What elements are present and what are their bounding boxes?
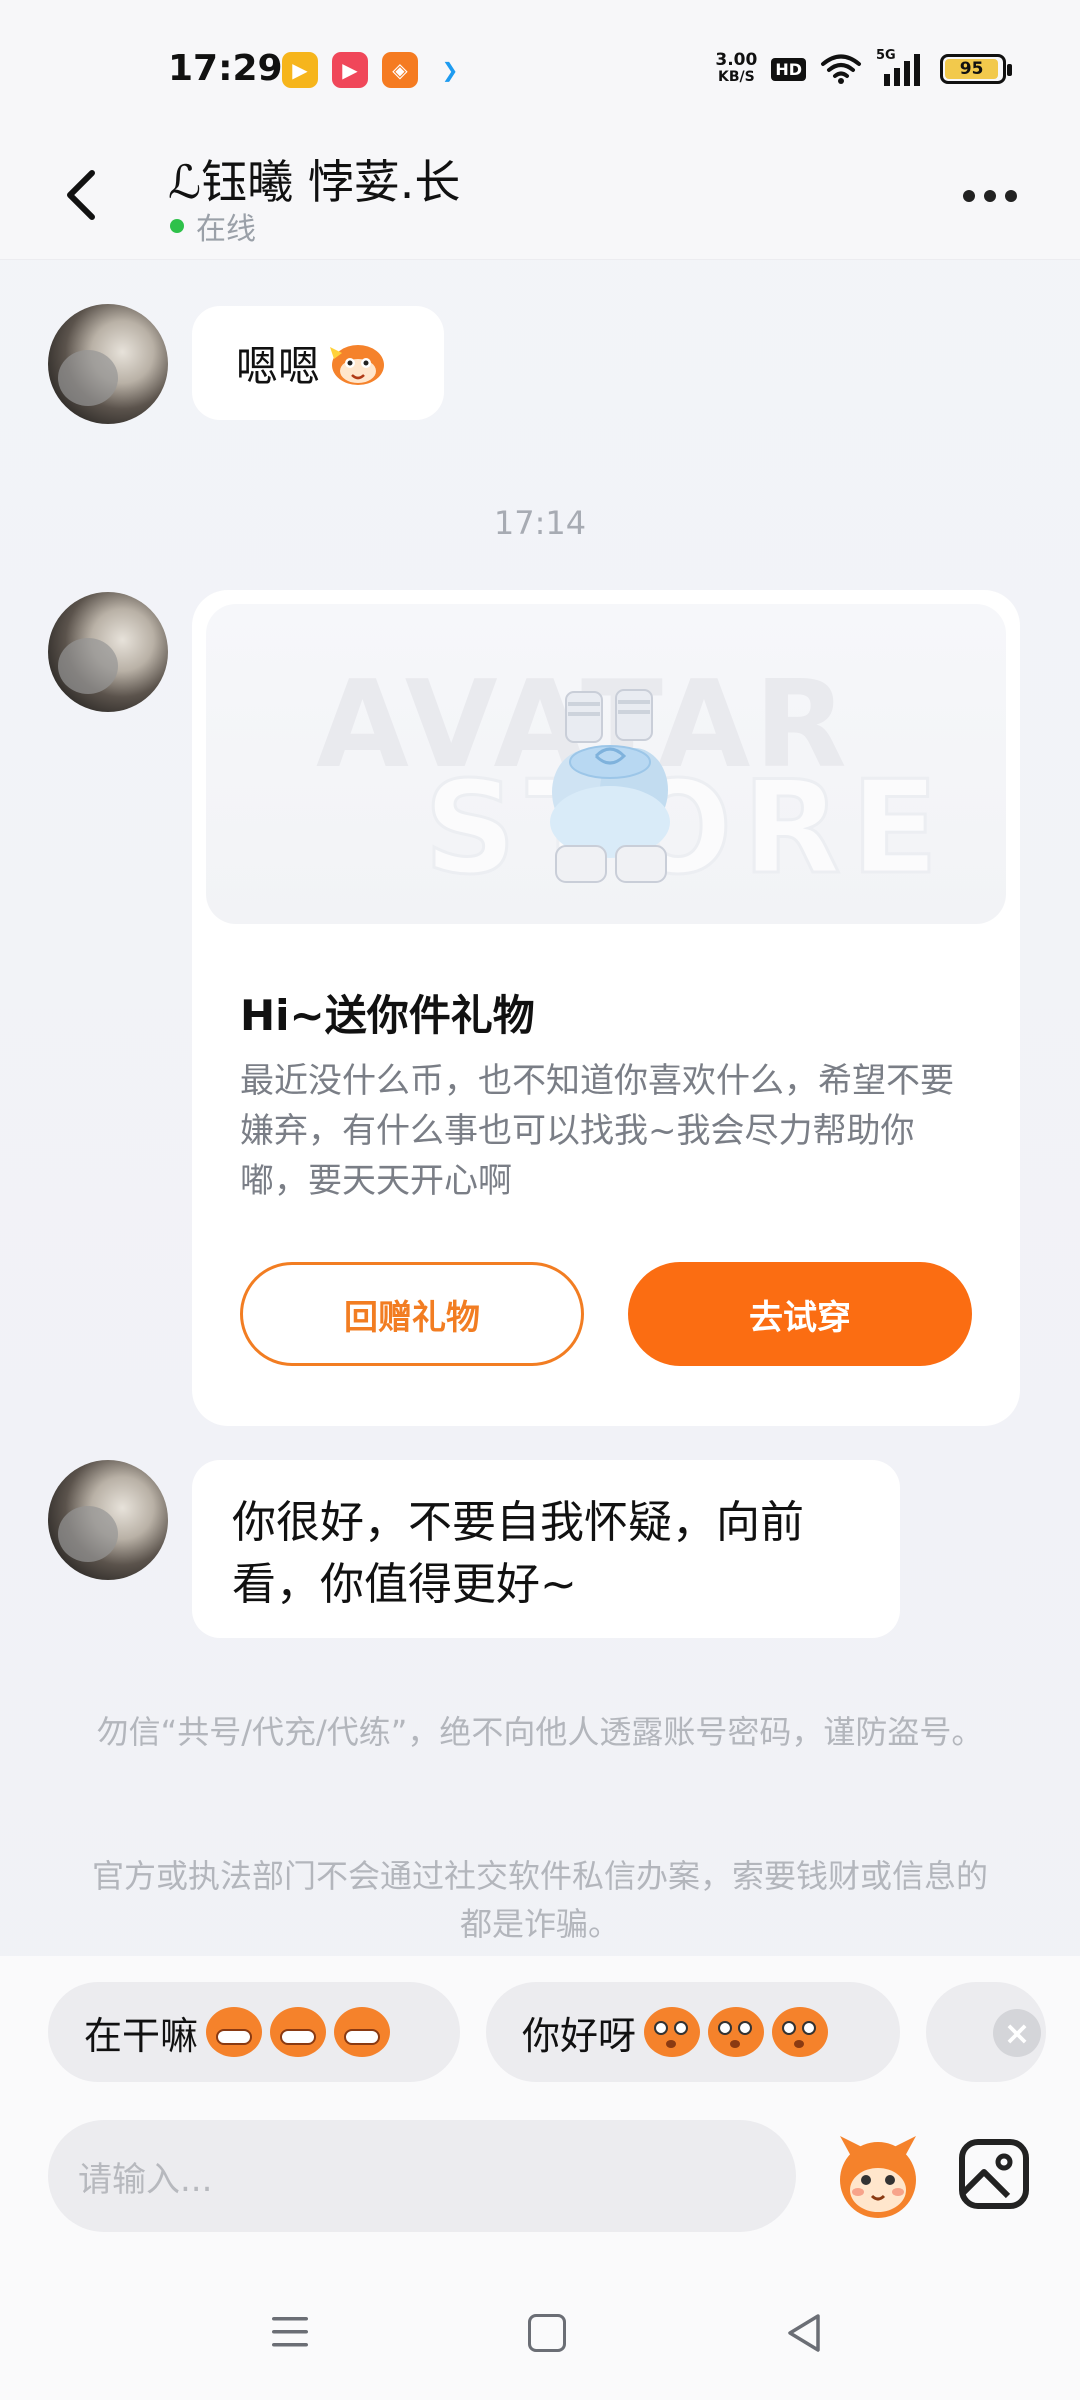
contact-avatar[interactable] [48, 1460, 168, 1580]
grin-mascot-icon [334, 2007, 391, 2057]
more-dot-icon [963, 190, 975, 202]
more-dot-icon [1005, 190, 1017, 202]
chat-header: ℒ钰曦 悖荽.长 在线 [0, 140, 1080, 260]
battery-icon: 95 [940, 54, 1012, 84]
message-input-placeholder: 请输入... [78, 2159, 213, 2200]
status-time: 17:29 [168, 48, 283, 89]
message-bubble[interactable]: 你很好，不要自我怀疑，向前看，你值得更好~ [192, 1460, 900, 1638]
wifi-icon [821, 54, 861, 84]
mascot-emoji-icon [330, 345, 385, 385]
security-notice: 勿信“共号/代充/代练”，绝不向他人透露账号密码，谨防盗号。 [96, 1713, 984, 1751]
message-text: 你很好，不要自我怀疑，向前看，你值得更好~ [232, 1497, 804, 1610]
online-dot-icon [170, 219, 184, 233]
chevron-left-icon [67, 170, 95, 220]
notification-app-icons: ▶ ▶ ◈ ❯ [282, 52, 468, 88]
nav-back-button[interactable] [784, 2312, 824, 2354]
image-picker-button[interactable] [956, 2136, 1032, 2212]
message-input[interactable]: 请输入... [48, 2120, 796, 2232]
contact-name[interactable]: ℒ钰曦 悖荽.长 [168, 146, 460, 212]
surprised-mascot-icon [772, 2007, 829, 2057]
cellular-signal-icon: 5G [876, 48, 926, 86]
hd-icon: HD [771, 57, 806, 81]
message-text: 嗯嗯 [236, 341, 321, 391]
gift-image[interactable]: AVATAR STORE [206, 604, 1006, 924]
quick-reply-label: 你好呀 [522, 2013, 637, 2058]
status-bar: 17:29 ▶ ▶ ◈ ❯ 3.00 KB/S HD 5G 95 [0, 0, 1080, 140]
online-status-label: 在线 [196, 212, 256, 247]
surprised-mascot-icon [708, 2007, 765, 2057]
quick-reply-chip[interactable]: 你好呀 [486, 1982, 900, 2082]
recent-apps-button[interactable] [270, 2314, 310, 2350]
message-timestamp: 17:14 [493, 504, 587, 542]
contact-avatar[interactable] [48, 304, 168, 424]
emoji-sticker-button[interactable] [830, 2128, 926, 2224]
surprised-mascot-icon [644, 2007, 701, 2057]
close-icon: × [1003, 2014, 1031, 2052]
app-icon-1: ▶ [282, 52, 318, 88]
grin-mascot-icon [206, 2007, 263, 2057]
quick-reply-label: 在干嘛 [84, 2013, 199, 2058]
app-icon-4: ❯ [441, 58, 459, 82]
return-gift-button[interactable]: 回赠礼物 [240, 1262, 584, 1366]
contact-avatar[interactable] [48, 592, 168, 712]
more-options-button[interactable] [950, 176, 1030, 216]
back-button[interactable] [52, 160, 112, 230]
gift-card-title: Hi~送你件礼物 [240, 991, 535, 1040]
status-indicators: 3.00 KB/S HD 5G 95 [715, 48, 1012, 86]
online-status: 在线 [170, 204, 256, 248]
system-nav-bar [0, 2300, 1080, 2400]
quick-reply-chip[interactable]: 在干嘛 [48, 1982, 460, 2082]
fraud-notice: 官方或执法部门不会通过社交软件私信办案，索要钱财或信息的都是诈骗。 [91, 1857, 988, 1943]
try-on-button[interactable]: 去试穿 [628, 1262, 972, 1366]
gift-item-image [550, 689, 670, 883]
watermark-text: STORE [422, 753, 949, 905]
home-button[interactable] [528, 2314, 566, 2352]
message-bubble[interactable]: 嗯嗯 [192, 306, 444, 420]
app-icon-2: ▶ [332, 52, 368, 88]
app-icon-3: ◈ [382, 52, 418, 88]
gift-card[interactable]: AVATAR STORE Hi~送你件礼物 最近没什么币，也不知道你喜欢什么，希… [192, 590, 1020, 1426]
battery-level: 95 [945, 59, 999, 79]
net-speed: 3.00 KB/S [715, 50, 758, 86]
grin-mascot-icon [270, 2007, 327, 2057]
close-quick-replies-button[interactable]: × [993, 2009, 1041, 2057]
chat-screen: 17:29 ▶ ▶ ◈ ❯ 3.00 KB/S HD 5G 95 ℒ钰曦 悖荽.… [0, 0, 1080, 2400]
more-dot-icon [984, 190, 996, 202]
gift-card-message: 最近没什么币，也不知道你喜欢什么，希望不要嫌弃，有什么事也可以找我~我会尽力帮助… [240, 1061, 954, 1201]
